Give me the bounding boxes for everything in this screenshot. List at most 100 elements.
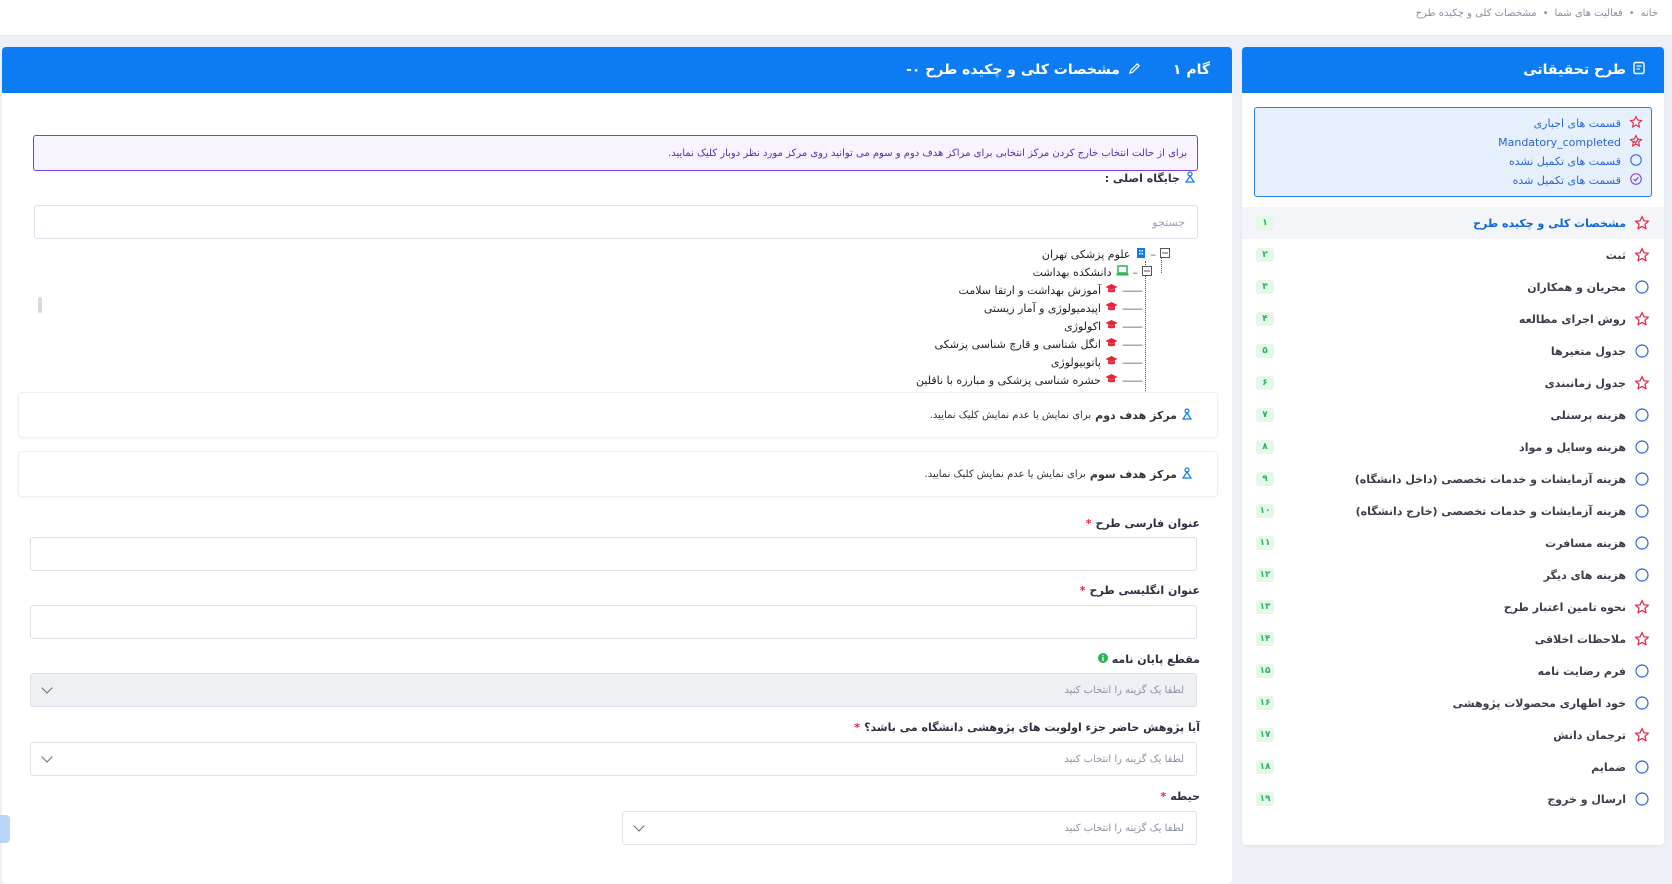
sidebar-step[interactable]: مجریان و همکاران ۳ [1242, 271, 1664, 303]
sidebar-step-number: ۱۸ [1256, 760, 1274, 774]
collapse-icon[interactable] [1160, 248, 1170, 261]
sidebar-step[interactable]: هزینه آزمایشات و خدمات تخصصی (خارج دانشگ… [1242, 495, 1664, 527]
chevron-down-icon [633, 820, 645, 832]
sidebar-step[interactable]: ملاحظات اخلاقی ۱۴ [1242, 623, 1664, 655]
breadcrumb-separator: • [1542, 8, 1549, 19]
sidebar-step[interactable]: ضمایم ۱۸ [1242, 751, 1664, 783]
tree-node-department[interactable]: —— اکولوژی [1064, 319, 1143, 333]
tree-search-input[interactable] [34, 205, 1198, 239]
target-center-3-title: مرکز هدف سوم [1089, 467, 1177, 481]
sidebar-step-number: ۱۳ [1256, 600, 1274, 614]
sidebar-step-number: ۷ [1256, 408, 1274, 422]
tree-node-department[interactable]: —— حشره شناسی پزشکی و مبارزه با ناقلین [916, 373, 1143, 387]
tree-node-label: انگل شناسی و قارچ شناسی پزشکی [934, 337, 1101, 351]
sidebar-step[interactable]: فرم رضایت نامه ۱۵ [1242, 655, 1664, 687]
tree-node-label: پاتوبیولوژی [1050, 355, 1101, 369]
tree-node-department[interactable]: —— انگل شناسی و قارچ شناسی پزشکی [934, 337, 1143, 351]
sidebar-step[interactable]: خود اظهاری محصولات پژوهشی ۱۶ [1242, 687, 1664, 719]
tree-node-department[interactable]: —— اپیدمیولوژی و آمار زیستی [983, 301, 1143, 315]
info-icon[interactable] [1097, 653, 1108, 666]
step-header: گام ۱ مشخصات کلی و چکیده طرح ۰- [2, 47, 1232, 93]
circle-outline-icon [1634, 343, 1650, 359]
tree-node-label: حشره شناسی پزشکی و مبارزه با ناقلین [916, 373, 1101, 387]
top-bar: خانه • فعالیت های شما • مشخصات کلی و چکی… [0, 0, 1672, 36]
sidebar-step[interactable]: جدول متغیرها ۵ [1242, 335, 1664, 367]
star-outline-icon [1634, 631, 1650, 647]
sidebar-step-number: ۲ [1256, 248, 1274, 262]
chevron-down-icon [41, 682, 53, 694]
circle-outline-icon [1634, 759, 1650, 775]
sidebar-step[interactable]: مشخصات کلی و چکیده طرح ۱ [1242, 207, 1664, 239]
sitemap-icon [1184, 171, 1196, 186]
step-number: گام ۱ [1172, 62, 1210, 78]
sidebar-step-label: نحوه تامین اعتبار طرح [1503, 600, 1626, 614]
sidebar-step-number: ۹ [1256, 472, 1274, 486]
breadcrumb-activities[interactable]: فعالیت های شما [1554, 8, 1622, 19]
sidebar-step[interactable]: هزینه مسافرت ۱۱ [1242, 527, 1664, 559]
tree-node-department[interactable]: —— پاتوبیولوژی [1050, 355, 1143, 369]
target-center-2-hint: برای نمایش یا عدم نمایش کلیک نمایید. [929, 409, 1092, 421]
legend-label: Mandatory_completed [1498, 136, 1621, 149]
star-outline-icon [1634, 215, 1650, 231]
sidebar-step-label: هزینه مسافرت [1545, 536, 1626, 550]
sidebar-step-label: هزینه وسایل و مواد [1519, 440, 1626, 454]
circle-outline-icon [1634, 279, 1650, 295]
circle-outline-icon [1634, 535, 1650, 551]
sidebar-step[interactable]: ترجمان دانش ۱۷ [1242, 719, 1664, 751]
sidebar-step-label: فرم رضایت نامه [1537, 664, 1626, 678]
star-outline-icon [1634, 599, 1650, 615]
tree-scrollbar[interactable] [38, 297, 42, 313]
sitemap-icon [1181, 407, 1193, 423]
graduation-cap-icon [1105, 337, 1118, 351]
tree-node-department[interactable]: —— آموزش بهداشت و ارتقا سلامت [958, 283, 1143, 297]
sidebar-step[interactable]: ثبت ۲ [1242, 239, 1664, 271]
side-drawer-tab[interactable] [0, 815, 10, 843]
tree-node-label: اکولوژی [1064, 319, 1101, 333]
sidebar-step[interactable]: هزینه وسایل و مواد ۸ [1242, 431, 1664, 463]
sidebar-step[interactable]: جدول زمانبندی ۶ [1242, 367, 1664, 399]
tree-node-label: دانشکده بهداشت [1032, 265, 1112, 279]
sidebar-step[interactable]: نحوه تامین اعتبار طرح ۱۳ [1242, 591, 1664, 623]
priority-select[interactable]: لطفا یک گزینه را انتخاب کنید [30, 742, 1197, 776]
legend-label: قسمت های تکمیل نشده [1508, 155, 1621, 168]
sidebar-step-label: هزینه های دیگر [1543, 568, 1626, 582]
field-select[interactable]: لطفا یک گزینه را انتخاب کنید [622, 811, 1197, 845]
sidebar-step-label: جدول متغیرها [1550, 344, 1626, 358]
graduation-cap-icon [1105, 283, 1118, 297]
sidebar-step-label: ثبت [1605, 248, 1626, 262]
sidebar-step[interactable]: هزینه پرسنلی ۷ [1242, 399, 1664, 431]
sidebar-step-label: ارسال و خروج [1547, 792, 1626, 806]
collapse-icon[interactable] [1142, 265, 1152, 279]
en-title-input[interactable] [30, 605, 1197, 639]
status-legend: قسمت های اجباری Mandatory_completed قسمت… [1254, 107, 1652, 197]
legend-complete: قسمت های تکمیل شده [1263, 171, 1643, 190]
tree-node-label: اپیدمیولوژی و آمار زیستی [983, 301, 1101, 315]
fa-title-input[interactable] [30, 537, 1197, 571]
legend-mandatory-completed: Mandatory_completed [1263, 133, 1643, 152]
tree-node-school[interactable]: – دانشکده بهداشت [1033, 265, 1152, 279]
step-title: مشخصات کلی و چکیده طرح ۰- [906, 62, 1120, 78]
tree-node-label: آموزش بهداشت و ارتقا سلامت [958, 283, 1101, 297]
thesis-label: مقطع پایان نامه [1111, 653, 1200, 666]
sidebar-step-number: ۳ [1256, 280, 1274, 294]
priority-label: آیا پژوهش حاضر جزء اولویت های پژوهشی دان… [864, 721, 1200, 734]
star-outline-icon [1629, 115, 1643, 132]
tree-node-root[interactable]: – علوم پزشکی تهران [1042, 247, 1170, 262]
thesis-select[interactable]: لطفا یک گزینه را انتخاب کنید [30, 673, 1197, 707]
breadcrumb-separator: • [1628, 8, 1635, 19]
sidebar-step-label: روش اجرای مطالعه [1518, 312, 1626, 326]
sidebar-step[interactable]: روش اجرای مطالعه ۴ [1242, 303, 1664, 335]
main-location-label: جایگاه اصلی : [1104, 172, 1180, 185]
sidebar-step-label: ترجمان دانش [1553, 728, 1626, 742]
target-center-2-toggle[interactable]: مرکز هدف دوم برای نمایش یا عدم نمایش کلی… [18, 392, 1218, 438]
sidebar-step[interactable]: ارسال و خروج ۱۹ [1242, 783, 1664, 815]
breadcrumb-home[interactable]: خانه [1641, 8, 1658, 19]
sidebar-step[interactable]: هزینه های دیگر ۱۲ [1242, 559, 1664, 591]
sidebar-step-label: جدول زمانبندی [1544, 376, 1626, 390]
sidebar-step[interactable]: هزینه آزمایشات و خدمات تخصصی (داخل دانشگ… [1242, 463, 1664, 495]
select-placeholder: لطفا یک گزینه را انتخاب کنید [1064, 753, 1184, 765]
target-center-3-toggle[interactable]: مرکز هدف سوم برای نمایش یا عدم نمایش کلی… [18, 451, 1218, 497]
thesis-label-row: مقطع پایان نامه [1097, 653, 1200, 666]
circle-outline-icon [1634, 663, 1650, 679]
en-title-label: عنوان انگلیسی طرح [1089, 584, 1200, 597]
